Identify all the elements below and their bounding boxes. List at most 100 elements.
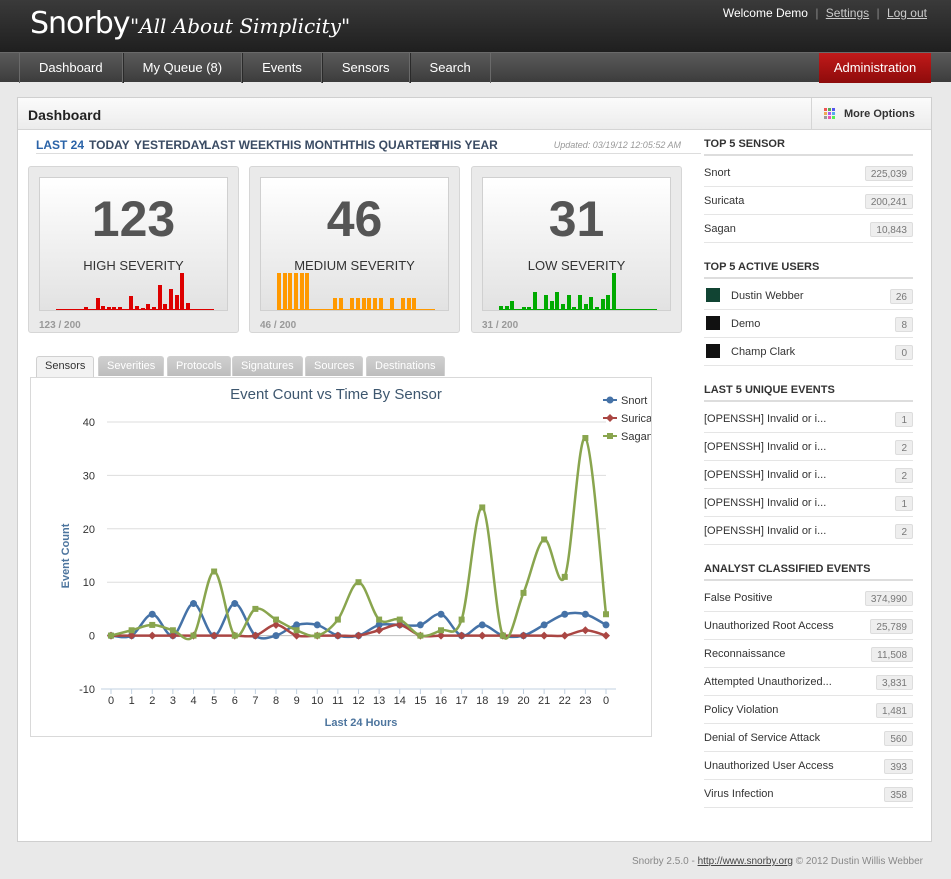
- y-tick-label: 40: [83, 417, 95, 429]
- tab-sensors[interactable]: Sensors: [36, 356, 95, 377]
- severity-bar: [611, 273, 616, 310]
- tab-sources[interactable]: Sources: [305, 356, 364, 376]
- snorby-logo[interactable]: Snorby: [30, 6, 131, 41]
- count-badge: 26: [889, 289, 913, 304]
- sensor-row[interactable]: Suricata 200,241: [704, 187, 913, 215]
- classification-name: Policy Violation: [704, 704, 779, 716]
- sensor-row[interactable]: Snort 225,039: [704, 159, 913, 187]
- nav-sensors[interactable]: Sensors: [321, 53, 410, 83]
- event-name: [OPENSSH] Invalid or i...: [704, 441, 827, 453]
- x-axis-label: Last 24 Hours: [325, 717, 398, 729]
- legend-marker: [607, 433, 613, 439]
- severity-bar: [305, 273, 310, 310]
- event-row[interactable]: [OPENSSH] Invalid or i... 2: [704, 433, 913, 461]
- severity-count: 46: [326, 191, 383, 247]
- sensor-row[interactable]: Sagan 10,843: [704, 215, 913, 243]
- x-tick-label: 10: [311, 695, 323, 707]
- data-point: [438, 627, 444, 634]
- event-row[interactable]: [OPENSSH] Invalid or i... 1: [704, 489, 913, 517]
- time-today[interactable]: TODAY: [89, 138, 130, 152]
- tab-severities[interactable]: Severities: [98, 356, 165, 376]
- medium-severity-card[interactable]: 46 MEDIUM SEVERITY 46 / 200: [249, 166, 460, 333]
- classification-name: Unauthorized User Access: [704, 760, 834, 772]
- page-title: Dashboard: [28, 107, 102, 123]
- user-row[interactable]: Demo 8: [704, 310, 913, 338]
- classification-row[interactable]: Unauthorized Root Access 25,789: [704, 612, 913, 640]
- low-severity-card[interactable]: 31 LOW SEVERITY 31 / 200: [471, 166, 682, 333]
- time-this-quarter[interactable]: THIS QUARTER: [348, 138, 438, 152]
- time-this-year[interactable]: THIS YEAR: [434, 138, 498, 152]
- data-point: [581, 626, 590, 635]
- time-this-month[interactable]: THIS MONTH: [274, 138, 349, 152]
- tab-protocols[interactable]: Protocols: [167, 356, 231, 376]
- time-yesterday[interactable]: YESTERDAY: [134, 138, 206, 152]
- nav-dashboard[interactable]: Dashboard: [19, 53, 123, 83]
- data-point: [293, 627, 300, 634]
- more-options-label: More Options: [844, 107, 915, 120]
- event-row[interactable]: [OPENSSH] Invalid or i... 2: [704, 517, 913, 545]
- time-last-24[interactable]: LAST 24: [36, 138, 84, 152]
- classification-name: Reconnaissance: [704, 648, 786, 660]
- x-tick-label: 8: [273, 695, 279, 707]
- chart-title: Event Count vs Time By Sensor: [230, 386, 442, 403]
- x-tick-label: 9: [294, 695, 300, 707]
- count-badge: 2: [895, 468, 913, 483]
- classification-row[interactable]: Attempted Unauthorized... 3,831: [704, 668, 913, 696]
- sensor-name: Suricata: [704, 195, 745, 207]
- nav-my-queue[interactable]: My Queue (8): [122, 53, 243, 83]
- main-nav: Dashboard My Queue (8) Events Sensors Se…: [0, 52, 951, 83]
- data-point: [437, 610, 445, 618]
- data-point: [354, 631, 363, 640]
- nav-events[interactable]: Events: [242, 53, 322, 83]
- tab-signatures[interactable]: Signatures: [232, 356, 303, 376]
- classification-row[interactable]: Denial of Service Attack 560: [704, 724, 913, 752]
- legend-marker: [606, 414, 614, 422]
- snorby-website-link[interactable]: http://www.snorby.org: [698, 856, 793, 867]
- unique-events-heading: LAST 5 UNIQUE EVENTS: [704, 384, 913, 402]
- data-point: [416, 621, 424, 629]
- time-last-week[interactable]: LAST WEEK: [204, 138, 275, 152]
- x-tick-label: 7: [252, 695, 258, 707]
- chart-canvas: Event Count vs Time By Sensor-1001020304…: [60, 386, 651, 729]
- data-point: [334, 616, 341, 623]
- count-badge: 8: [895, 317, 913, 332]
- count-badge: 1: [895, 496, 913, 511]
- sensor-name: Snort: [704, 167, 731, 179]
- classification-name: Virus Infection: [704, 788, 774, 800]
- tab-destinations[interactable]: Destinations: [366, 356, 445, 376]
- avatar: [706, 288, 720, 302]
- data-point: [314, 632, 321, 639]
- settings-link[interactable]: Settings: [826, 6, 869, 20]
- x-tick-label: 2: [149, 695, 155, 707]
- x-tick-label: 22: [559, 695, 571, 707]
- logout-link[interactable]: Log out: [887, 6, 927, 20]
- nav-search[interactable]: Search: [409, 53, 491, 83]
- footer-version: Snorby 2.5.0 -: [631, 856, 695, 867]
- count-badge: 2: [895, 440, 913, 455]
- event-row[interactable]: [OPENSSH] Invalid or i... 2: [704, 461, 913, 489]
- classification-row[interactable]: False Positive 374,990: [704, 584, 913, 612]
- event-name: [OPENSSH] Invalid or i...: [704, 469, 827, 481]
- x-tick-label: 5: [211, 695, 217, 707]
- event-row[interactable]: [OPENSSH] Invalid or i... 1: [704, 405, 913, 433]
- classification-row[interactable]: Virus Infection 358: [704, 780, 913, 808]
- classification-row[interactable]: Unauthorized User Access 393: [704, 752, 913, 780]
- nav-administration[interactable]: Administration: [819, 53, 931, 83]
- classification-row[interactable]: Reconnaissance 11,508: [704, 640, 913, 668]
- sparkline-baseline: [499, 309, 657, 310]
- severity-bar: [174, 295, 179, 310]
- severity-bar: [606, 295, 611, 310]
- data-point: [313, 621, 321, 629]
- severity-bar: [129, 296, 134, 310]
- classification-name: Unauthorized Root Access: [704, 620, 834, 632]
- more-options-button[interactable]: More Options: [811, 98, 931, 129]
- event-name: [OPENSSH] Invalid or i...: [704, 497, 827, 509]
- count-badge: 1,481: [875, 703, 913, 718]
- high-severity-card[interactable]: 123 HIGH SEVERITY 123 / 200: [28, 166, 239, 333]
- severity-sparkline: [499, 266, 657, 310]
- user-row[interactable]: Champ Clark 0: [704, 338, 913, 366]
- classification-row[interactable]: Policy Violation 1,481: [704, 696, 913, 724]
- legend-label: Snort: [621, 395, 647, 407]
- severity-footer: 31 / 200: [482, 320, 519, 331]
- user-row[interactable]: Dustin Webber 26: [704, 282, 913, 310]
